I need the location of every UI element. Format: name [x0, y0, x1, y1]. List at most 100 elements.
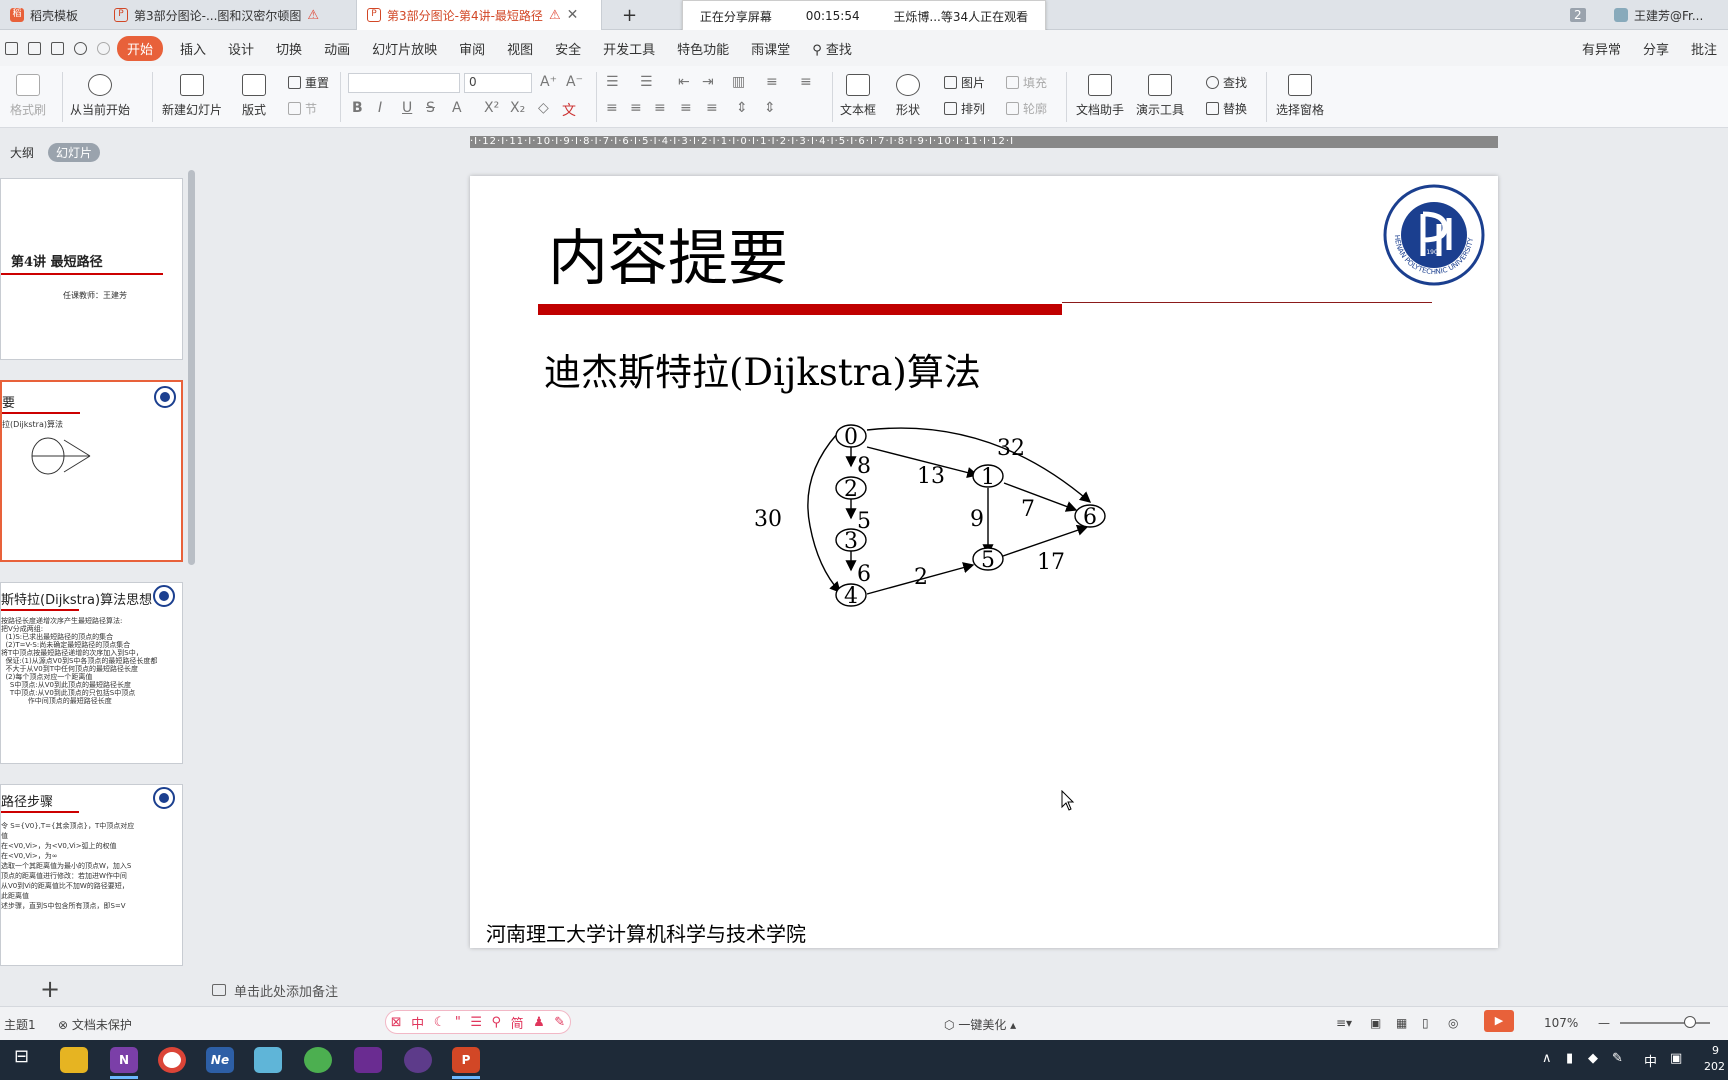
ime-simplified[interactable]: 简	[511, 1013, 524, 1032]
slide-thumbnail-3[interactable]: 斯特拉(Dijkstra)算法思想 按路径长度递增次序产生最短路径算法: 把V分…	[0, 582, 183, 764]
user-account[interactable]: 王建芳@Fr...	[1604, 0, 1713, 30]
menu-design[interactable]: 设计	[228, 39, 254, 58]
italic-icon[interactable]: I	[378, 100, 382, 116]
clock-date[interactable]: 202	[1704, 1060, 1725, 1073]
print-icon[interactable]	[28, 41, 41, 55]
text-align-icon[interactable]: ⇕	[764, 100, 776, 116]
tray-expand-icon[interactable]: ∧	[1542, 1051, 1552, 1066]
menu-security[interactable]: 安全	[555, 39, 581, 58]
slide-sorter-icon[interactable]: ▦	[1396, 1016, 1407, 1030]
pinyin-icon[interactable]: 文	[562, 100, 576, 120]
distribute-icon[interactable]: ≡	[706, 100, 718, 116]
slide-thumbnail-4[interactable]: 路径步骤 令 S={V0},T={其余顶点}，T中顶点对应 值 在<V0,Vi>…	[0, 784, 183, 966]
notes-toggle-icon[interactable]: ≡▾	[1336, 1016, 1352, 1030]
menu-slideshow[interactable]: 幻灯片放映	[372, 39, 437, 58]
ime-settings-icon[interactable]: ✎	[554, 1015, 565, 1030]
beautify-button[interactable]: ⬡ 一键美化 ▴	[944, 1016, 1016, 1033]
ime-skin-icon[interactable]: ♟	[533, 1015, 545, 1030]
slide-footer[interactable]: 河南理工大学计算机科学与技术学院	[486, 918, 806, 947]
doc-helper-button[interactable]: 文档助手	[1076, 74, 1124, 118]
ime-punctuation-icon[interactable]: "	[455, 1015, 461, 1030]
shrink-font-icon[interactable]: A⁻	[566, 74, 583, 90]
input-language[interactable]: 中	[1644, 1051, 1657, 1070]
bold-icon[interactable]: B	[352, 100, 363, 116]
chrome-icon[interactable]	[158, 1047, 186, 1073]
ime-moon-icon[interactable]: ☾	[434, 1015, 446, 1030]
layout-button[interactable]: 版式	[242, 74, 266, 118]
onenote-icon[interactable]: N	[110, 1047, 138, 1073]
numbered-list-icon[interactable]: ☰	[640, 74, 653, 90]
tray-wps-icon[interactable]: ▣	[1670, 1051, 1682, 1066]
presentation-tools-button[interactable]: 演示工具	[1136, 74, 1184, 118]
grow-font-icon[interactable]: A⁺	[540, 74, 557, 90]
menu-developer[interactable]: 开发工具	[603, 39, 655, 58]
line-spacing-icon[interactable]: ≡	[766, 74, 778, 90]
menu-transition[interactable]: 切换	[276, 39, 302, 58]
green-app-icon[interactable]	[304, 1047, 332, 1073]
normal-view-icon[interactable]: ▣	[1370, 1016, 1381, 1030]
menu-comment[interactable]: 批注	[1691, 39, 1717, 58]
ime-keyboard-icon[interactable]: ☰	[470, 1015, 482, 1030]
purple-app-icon[interactable]	[404, 1047, 432, 1073]
menu-animation[interactable]: 动画	[324, 39, 350, 58]
picture-button[interactable]: 图片	[944, 74, 985, 91]
zoom-level[interactable]: 107%	[1544, 1016, 1578, 1030]
superscript-icon[interactable]: X²	[484, 100, 499, 116]
menu-issue[interactable]: 有异常	[1582, 39, 1621, 58]
play-from-current-button[interactable]: 从当前开始	[70, 74, 130, 118]
reset-button[interactable]: 重置	[288, 74, 329, 91]
increase-indent-icon[interactable]: ⇥	[702, 74, 714, 90]
ime-language[interactable]: 中	[411, 1013, 424, 1032]
pen-icon[interactable]: ✎	[1612, 1051, 1623, 1066]
ime-mic-icon[interactable]: ⚲	[492, 1015, 502, 1030]
zoom-slider-knob[interactable]	[1684, 1016, 1696, 1028]
align-left-icon[interactable]: ≡	[606, 100, 618, 116]
arrange-button[interactable]: 排列	[944, 100, 985, 117]
close-tab-icon[interactable]: ✕	[567, 7, 579, 23]
thumbnail-scrollbar[interactable]	[188, 170, 195, 565]
app-icon[interactable]	[254, 1047, 282, 1073]
wps-presentation-icon[interactable]: P	[452, 1047, 480, 1073]
font-family-select[interactable]	[348, 73, 460, 93]
share-viewers[interactable]: 王烁博...等34人正在观看	[893, 8, 1028, 25]
tray-app-icon[interactable]: ◆	[1588, 1051, 1598, 1066]
task-view-icon[interactable]: ⊟	[14, 1046, 29, 1067]
outline-button[interactable]: 轮廓	[1006, 100, 1047, 117]
underline-icon[interactable]: U	[402, 100, 412, 116]
font-size-select[interactable]: 0	[464, 73, 532, 93]
slideshow-play-button[interactable]: ▶	[1484, 1010, 1514, 1032]
menu-insert[interactable]: 插入	[180, 39, 206, 58]
slide-thumbnail-2[interactable]: 要 拉(Dijkstra)算法	[0, 380, 183, 562]
paragraph-spacing-icon[interactable]: ≡	[800, 74, 812, 90]
columns-icon[interactable]: ▥	[732, 74, 745, 90]
justify-icon[interactable]: ≡	[680, 100, 692, 116]
menu-search[interactable]: ⚲ 查找	[812, 39, 852, 58]
menu-rain-classroom[interactable]: 雨课堂	[751, 39, 790, 58]
shape-button[interactable]: 形状	[896, 74, 920, 118]
fill-button[interactable]: 填充	[1006, 74, 1047, 91]
align-center-icon[interactable]: ≡	[630, 100, 642, 116]
ime-toolbar[interactable]: ⊠ 中 ☾ " ☰ ⚲ 简 ♟ ✎	[385, 1010, 571, 1034]
menu-view[interactable]: 视图	[507, 39, 533, 58]
slide-thumbnail-1[interactable]: 第4讲 最短路径 任课教师：王建芳	[0, 178, 183, 360]
replace-button[interactable]: 替换	[1206, 100, 1247, 117]
file-explorer-icon[interactable]	[60, 1047, 88, 1073]
decrease-indent-icon[interactable]: ⇤	[678, 74, 690, 90]
tab-shortest-path[interactable]: P 第3部分图论-第4讲-最短路径 ⚠ ✕	[356, 0, 602, 30]
font-color-icon[interactable]: A	[452, 100, 462, 116]
theme-name[interactable]: 主题1	[4, 1016, 36, 1033]
new-tab-button[interactable]: +	[612, 0, 647, 30]
section-button[interactable]: 节	[288, 100, 317, 117]
save-icon[interactable]	[5, 41, 18, 55]
zoom-slider-track[interactable]	[1620, 1022, 1710, 1024]
print-preview-icon[interactable]	[51, 41, 64, 55]
document-protection[interactable]: ⊗ 文档未保护	[58, 1016, 132, 1033]
align-right-icon[interactable]: ≡	[654, 100, 666, 116]
tab-euler-hamilton[interactable]: P 第3部分图论-...图和汉密尔顿图 ⚠	[104, 0, 354, 30]
tab-template[interactable]: 稻 稻壳模板	[0, 0, 96, 30]
tab-outline[interactable]: 大纲	[10, 144, 34, 161]
menu-share[interactable]: 分享	[1643, 39, 1669, 58]
notes-area[interactable]: 单击此处添加备注	[204, 976, 1728, 1004]
undo-icon[interactable]	[74, 41, 87, 55]
slide-canvas[interactable]: 内容提要 迪杰斯特拉(Dijkstra)算法 1909 HENAN POLYTE…	[470, 176, 1498, 948]
